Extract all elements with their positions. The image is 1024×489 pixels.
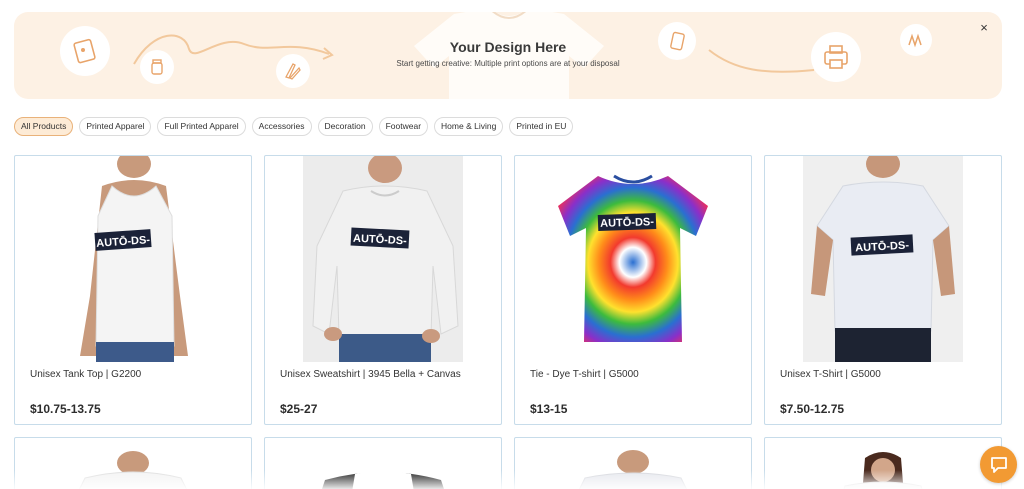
product-price: $7.50-12.75 [780,402,845,416]
filter-accessories[interactable]: Accessories [251,117,312,136]
product-price: $13-15 [530,402,568,416]
tie-dye-shirt-image: AUTŌ-DS- [558,174,708,342]
print-text: AUTŌ-DS- [600,216,654,230]
product-card-tie-dye[interactable]: AUTŌ-DS- Tie - Dye T-shirt | G5000 $13-1… [514,155,752,425]
tank-top-model-image: AUTŌ-DS- [68,156,198,362]
product-card-partial[interactable] [514,437,752,489]
sweatshirt-model-image: AUTŌ-DS- [303,156,463,362]
promo-banner: Your Design Here Start getting creative:… [14,12,1002,99]
close-icon[interactable]: × [976,20,992,36]
product-image-tie-dye: AUTŌ-DS- [515,156,751,362]
product-title: Unisex T-Shirt | G5000 [780,369,881,380]
filter-footwear[interactable]: Footwear [378,117,429,136]
product-price: $10.75-13.75 [30,402,101,416]
banner-subtitle: Start getting creative: Multiple print o… [396,59,620,68]
product-card-partial[interactable] [264,437,502,489]
product-title: Unisex Sweatshirt | 3945 Bella + Canvas [280,369,461,380]
filter-full-printed-apparel[interactable]: Full Printed Apparel [157,117,246,136]
product-card-t-shirt[interactable]: AUTŌ-DS- Unisex T-Shirt | G5000 $7.50-12… [764,155,1002,425]
filter-decoration[interactable]: Decoration [317,117,373,136]
category-filters: All Products Printed Apparel Full Printe… [14,117,574,137]
product-card-partial[interactable] [14,437,252,489]
product-image-t-shirt: AUTŌ-DS- [765,156,1001,362]
product-image-partial [322,471,444,489]
product-title: Tie - Dye T-shirt | G5000 [530,369,639,380]
tshirt-illustration [414,12,604,99]
filter-home-living[interactable]: Home & Living [434,117,504,136]
product-image-partial [578,450,688,489]
product-image-partial [843,452,923,489]
chat-icon [990,456,1007,473]
product-card-tank-top[interactable]: AUTŌ-DS- Unisex Tank Top | G2200 $10.75-… [14,155,252,425]
product-price: $25-27 [280,402,318,416]
product-image-partial [78,451,188,489]
filter-printed-apparel[interactable]: Printed Apparel [79,117,152,136]
product-image-tank-top: AUTŌ-DS- [15,156,251,362]
t-shirt-model-image: AUTŌ-DS- [803,156,963,362]
product-image-sweatshirt: AUTŌ-DS- [265,156,501,362]
product-title: Unisex Tank Top | G2200 [30,369,142,380]
product-card-sweatshirt[interactable]: AUTŌ-DS- Unisex Sweatshirt | 3945 Bella … [264,155,502,425]
filter-printed-in-eu[interactable]: Printed in EU [509,117,574,136]
banner-title: Your Design Here [449,39,567,55]
product-card-partial[interactable] [764,437,1002,489]
filter-all-products[interactable]: All Products [14,117,74,136]
chat-button[interactable] [980,446,1017,483]
